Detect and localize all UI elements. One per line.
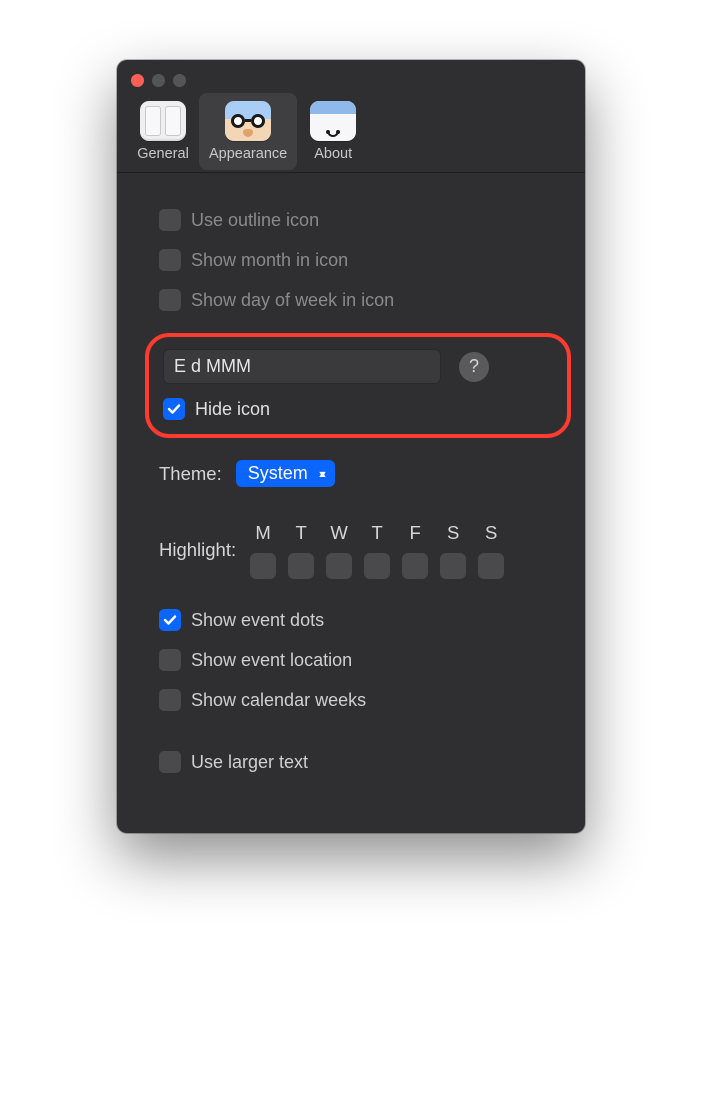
- tab-about[interactable]: About: [297, 93, 369, 170]
- date-format-input[interactable]: [163, 349, 441, 384]
- tab-label: Appearance: [209, 146, 287, 162]
- row-show-event-location: Show event location: [159, 645, 557, 675]
- row-show-event-dots: Show event dots: [159, 605, 557, 635]
- highlight-label: Highlight:: [159, 539, 236, 561]
- label-use-larger-text: Use larger text: [191, 752, 308, 773]
- chevron-up-down-icon: ▲▼: [316, 473, 329, 475]
- day-abbrev: S: [447, 521, 459, 545]
- label-show-calendar-weeks: Show calendar weeks: [191, 690, 366, 711]
- row-show-calendar-weeks: Show calendar weeks: [159, 685, 557, 715]
- highlight-day-sun: S: [474, 521, 508, 579]
- appearance-icon: [222, 99, 274, 143]
- about-icon: [307, 99, 359, 143]
- highlight-day-mon: M: [246, 521, 280, 579]
- checkbox-use-outline-icon[interactable]: [159, 209, 181, 231]
- highlight-day-wed: W: [322, 521, 356, 579]
- checkbox-highlight-thu[interactable]: [364, 553, 390, 579]
- day-abbrev: S: [485, 521, 497, 545]
- row-show-month-in-icon: Show month in icon: [159, 245, 557, 275]
- row-use-outline-icon: Use outline icon: [159, 205, 557, 235]
- label-show-month-in-icon: Show month in icon: [191, 250, 348, 271]
- day-abbrev: M: [255, 521, 270, 545]
- theme-label: Theme:: [159, 463, 222, 485]
- theme-selected-value: System: [248, 463, 308, 484]
- checkbox-show-event-location[interactable]: [159, 649, 181, 671]
- theme-select[interactable]: System ▲▼: [236, 460, 335, 487]
- checkbox-use-larger-text[interactable]: [159, 751, 181, 773]
- help-button[interactable]: ?: [459, 352, 489, 382]
- annotation-highlight-box: ? Hide icon: [145, 333, 571, 438]
- label-show-day-of-week-in-icon: Show day of week in icon: [191, 290, 394, 311]
- window-zoom-button[interactable]: [173, 74, 186, 87]
- day-abbrev: W: [330, 521, 347, 545]
- row-hide-icon: Hide icon: [163, 398, 553, 420]
- highlight-day-fri: F: [398, 521, 432, 579]
- tab-appearance[interactable]: Appearance: [199, 93, 297, 170]
- general-icon: [137, 99, 189, 143]
- help-icon: ?: [469, 356, 479, 377]
- date-format-row: ?: [163, 349, 553, 384]
- day-abbrev: F: [409, 521, 420, 545]
- label-hide-icon: Hide icon: [195, 399, 270, 420]
- checkbox-show-month-in-icon[interactable]: [159, 249, 181, 271]
- checkbox-highlight-wed[interactable]: [326, 553, 352, 579]
- day-abbrev: T: [295, 521, 306, 545]
- checkbox-show-calendar-weeks[interactable]: [159, 689, 181, 711]
- checkbox-show-day-of-week-in-icon[interactable]: [159, 289, 181, 311]
- row-use-larger-text: Use larger text: [159, 747, 557, 777]
- checkbox-highlight-sun[interactable]: [478, 553, 504, 579]
- titlebar: [117, 60, 585, 87]
- preferences-window: General Appearance About: [117, 60, 585, 833]
- highlight-section: Highlight: M T W T: [159, 521, 557, 579]
- checkbox-highlight-mon[interactable]: [250, 553, 276, 579]
- highlight-day-sat: S: [436, 521, 470, 579]
- window-minimize-button[interactable]: [152, 74, 165, 87]
- highlight-days: M T W T F: [246, 521, 508, 579]
- theme-row: Theme: System ▲▼: [159, 460, 557, 487]
- checkbox-highlight-tue[interactable]: [288, 553, 314, 579]
- highlight-day-thu: T: [360, 521, 394, 579]
- checkbox-highlight-sat[interactable]: [440, 553, 466, 579]
- label-use-outline-icon: Use outline icon: [191, 210, 319, 231]
- day-abbrev: T: [371, 521, 382, 545]
- toolbar: General Appearance About: [117, 87, 585, 170]
- highlight-day-tue: T: [284, 521, 318, 579]
- label-show-event-dots: Show event dots: [191, 610, 324, 631]
- window-close-button[interactable]: [131, 74, 144, 87]
- tab-general[interactable]: General: [127, 93, 199, 170]
- tab-label: About: [314, 146, 352, 162]
- row-show-day-of-week-in-icon: Show day of week in icon: [159, 285, 557, 315]
- checkbox-hide-icon[interactable]: [163, 398, 185, 420]
- label-show-event-location: Show event location: [191, 650, 352, 671]
- checkbox-highlight-fri[interactable]: [402, 553, 428, 579]
- checkbox-show-event-dots[interactable]: [159, 609, 181, 631]
- content: Use outline icon Show month in icon Show…: [117, 173, 585, 833]
- tab-label: General: [137, 146, 189, 162]
